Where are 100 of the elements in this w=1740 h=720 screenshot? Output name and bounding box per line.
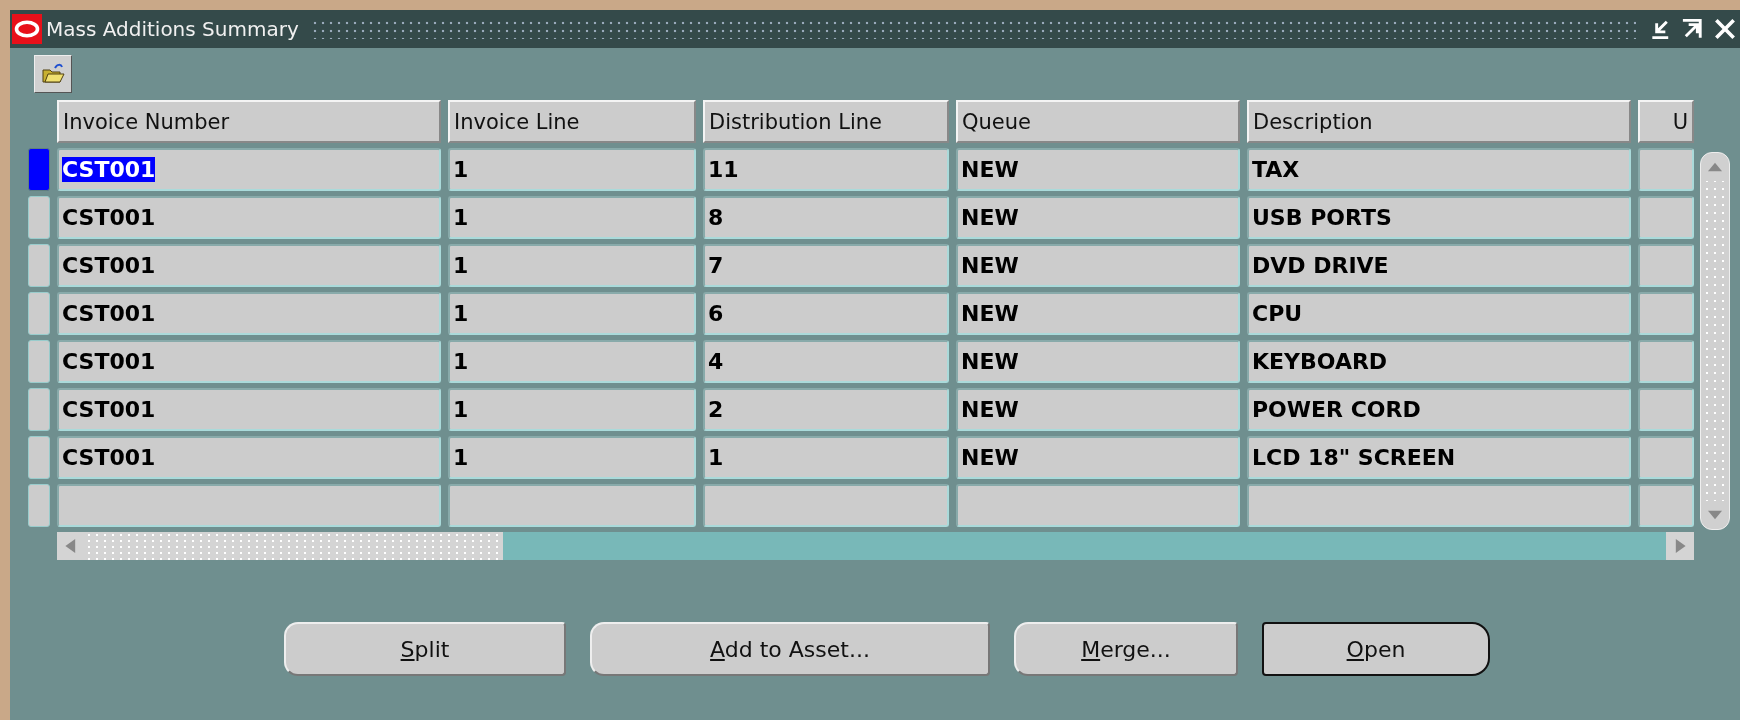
table-cell[interactable]: 11 [703,148,949,191]
table-cell[interactable] [1638,148,1694,191]
action-button[interactable]: Split [284,622,566,676]
cell-text: 6 [708,301,724,326]
table-cell[interactable]: NEW [956,196,1240,239]
table-cell[interactable] [1638,196,1694,239]
cell-text: DVD DRIVE [1252,253,1389,278]
cell-text: NEW [961,301,1019,326]
table-cell[interactable]: USB PORTS [1247,196,1631,239]
table-cell[interactable] [1638,484,1694,527]
cell-text: CST001 [62,397,156,422]
column-header[interactable]: Description [1247,100,1631,143]
table-cell[interactable]: 6 [703,292,949,335]
table-cell[interactable] [1638,244,1694,287]
table-cell[interactable] [956,484,1240,527]
cell-text: CST001 [62,157,156,182]
table-cell[interactable]: CPU [1247,292,1631,335]
window-title: Mass Additions Summary [46,17,299,41]
table-cell[interactable]: 4 [703,340,949,383]
column-header[interactable]: Queue [956,100,1240,143]
action-button[interactable]: Add to Asset... [590,622,990,676]
table-cell[interactable]: NEW [956,292,1240,335]
vertical-scrollbar[interactable] [1700,152,1730,530]
table-cell[interactable] [448,484,696,527]
table-cell[interactable]: KEYBOARD [1247,340,1631,383]
cell-text: NEW [961,397,1019,422]
table-cell[interactable]: CST001 [57,388,441,431]
table-cell[interactable]: CST001 [57,436,441,479]
table-cell[interactable]: 1 [448,244,696,287]
cell-text: 1 [453,157,469,182]
action-button[interactable]: Open [1262,622,1490,676]
table-cell[interactable] [1638,292,1694,335]
table-cell[interactable]: 1 [448,388,696,431]
table-cell[interactable]: 1 [448,148,696,191]
table-cell[interactable]: NEW [956,388,1240,431]
table-cell[interactable]: NEW [956,436,1240,479]
table-cell[interactable] [703,484,949,527]
table-cell[interactable]: 1 [448,340,696,383]
table-cell[interactable] [1638,388,1694,431]
cell-text: NEW [961,205,1019,230]
cell-text: CST001 [62,301,156,326]
cell-text: NEW [961,349,1019,374]
cell-text: 7 [708,253,724,278]
folder-icon [41,62,65,86]
cell-text: LCD 18" SCREEN [1252,445,1456,470]
cell-text: 1 [453,349,469,374]
row-indicator[interactable] [28,388,50,431]
cell-text: KEYBOARD [1252,349,1388,374]
scroll-left-icon[interactable] [57,532,85,560]
open-folder-button[interactable] [34,55,72,93]
cell-text: 2 [708,397,724,422]
row-indicator[interactable] [28,148,50,191]
table-cell[interactable]: CST001 [57,244,441,287]
table-cell[interactable] [1638,436,1694,479]
table-cell[interactable]: CST001 [57,340,441,383]
table-cell[interactable]: 1 [448,436,696,479]
close-icon[interactable] [1712,16,1738,42]
row-indicator[interactable] [28,340,50,383]
column-header[interactable]: Distribution Line [703,100,949,143]
cell-text: CST001 [62,253,156,278]
scroll-right-icon[interactable] [1666,532,1694,560]
table-cell[interactable]: CST001 [57,148,441,191]
row-indicator[interactable] [28,196,50,239]
cell-text: NEW [961,253,1019,278]
cell-text: 1 [453,253,469,278]
column-header[interactable]: U [1638,100,1694,143]
cell-text: CST001 [62,445,156,470]
row-indicator[interactable] [28,484,50,527]
table-cell[interactable] [1638,340,1694,383]
table-cell[interactable]: NEW [956,244,1240,287]
table-cell[interactable]: DVD DRIVE [1247,244,1631,287]
table-cell[interactable]: CST001 [57,196,441,239]
cell-text: 1 [453,205,469,230]
table-cell[interactable]: 1 [448,196,696,239]
cell-text: CPU [1252,301,1303,326]
table-cell[interactable]: 7 [703,244,949,287]
table-cell[interactable]: NEW [956,148,1240,191]
table-cell[interactable] [1247,484,1631,527]
table-cell[interactable]: 1 [703,436,949,479]
cell-text: 1 [453,445,469,470]
column-header[interactable]: Invoice Number [57,100,441,143]
table-cell[interactable]: LCD 18" SCREEN [1247,436,1631,479]
table-cell[interactable]: POWER CORD [1247,388,1631,431]
table-cell[interactable]: 2 [703,388,949,431]
table-cell[interactable]: 1 [448,292,696,335]
table-cell[interactable]: NEW [956,340,1240,383]
cell-text: NEW [961,157,1019,182]
cell-text: 1 [453,301,469,326]
row-indicator[interactable] [28,436,50,479]
cell-text: 1 [708,445,724,470]
action-button[interactable]: Merge... [1014,622,1238,676]
row-indicator[interactable] [28,292,50,335]
table-cell[interactable] [57,484,441,527]
row-indicator[interactable] [28,244,50,287]
cell-text: TAX [1252,157,1300,182]
cell-text: CST001 [62,205,156,230]
table-cell[interactable]: CST001 [57,292,441,335]
table-cell[interactable]: TAX [1247,148,1631,191]
column-header[interactable]: Invoice Line [448,100,696,143]
table-cell[interactable]: 8 [703,196,949,239]
